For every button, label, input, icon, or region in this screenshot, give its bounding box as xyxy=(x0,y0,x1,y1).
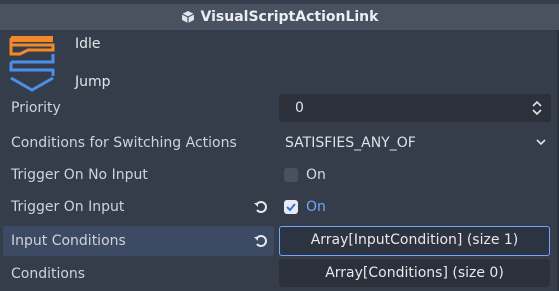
switching-dropdown[interactable]: SATISFIES_ANY_OF xyxy=(279,129,551,157)
priority-spinbox[interactable]: 0 xyxy=(279,94,551,122)
property-row-trigger-no-input: Trigger On No Input On xyxy=(0,159,559,191)
inspector-title: VisualScriptActionLink xyxy=(200,9,379,25)
action-link-preview: Idle Jump xyxy=(0,30,559,93)
spin-arrows-icon[interactable] xyxy=(531,99,543,117)
property-label-switching: Conditions for Switching Actions xyxy=(11,135,237,151)
priority-value[interactable]: 0 xyxy=(295,94,304,122)
trigger-no-input-label[interactable]: On xyxy=(306,161,326,189)
chevron-down-icon[interactable] xyxy=(535,136,547,148)
switching-value[interactable]: SATISFIES_ANY_OF xyxy=(285,129,416,157)
checkmark-icon xyxy=(286,203,296,212)
trigger-input-checkbox[interactable] xyxy=(284,200,298,214)
property-row-trigger-input: Trigger On Input On xyxy=(0,191,559,223)
trigger-no-input-checkbox[interactable] xyxy=(284,168,298,182)
trigger-input-toggle[interactable]: On xyxy=(279,193,551,221)
trigger-input-label[interactable]: On xyxy=(306,193,326,221)
action-link-icon xyxy=(8,32,62,92)
property-label-conditions: Conditions xyxy=(11,266,86,282)
property-row-conditions: Conditions Array[Conditions] (size 0) xyxy=(0,258,559,290)
property-row-priority: Priority 0 xyxy=(0,92,559,124)
property-row-input-conditions: Input Conditions Array[InputCondition] (… xyxy=(0,225,559,257)
input-conditions-array-button[interactable]: Array[InputCondition] (size 1) xyxy=(279,226,550,256)
conditions-array-button[interactable]: Array[Conditions] (size 0) xyxy=(279,259,550,287)
revert-icon[interactable] xyxy=(252,232,270,250)
property-label-input-conditions: Input Conditions xyxy=(11,233,126,249)
property-label-trigger-no-input: Trigger On No Input xyxy=(11,167,148,183)
property-label-trigger-input: Trigger On Input xyxy=(11,199,125,215)
inspector-header: VisualScriptActionLink xyxy=(0,4,559,30)
property-label-priority: Priority xyxy=(11,100,61,116)
link-from-label: Idle xyxy=(75,36,101,52)
node-cube-icon xyxy=(181,10,195,24)
property-row-switching: Conditions for Switching Actions SATISFI… xyxy=(0,127,559,159)
inspector-panel: VisualScriptActionLink Idle Jump Priorit… xyxy=(0,0,559,291)
trigger-no-input-toggle[interactable]: On xyxy=(279,161,551,189)
revert-icon[interactable] xyxy=(252,198,270,216)
link-to-label: Jump xyxy=(75,74,111,90)
